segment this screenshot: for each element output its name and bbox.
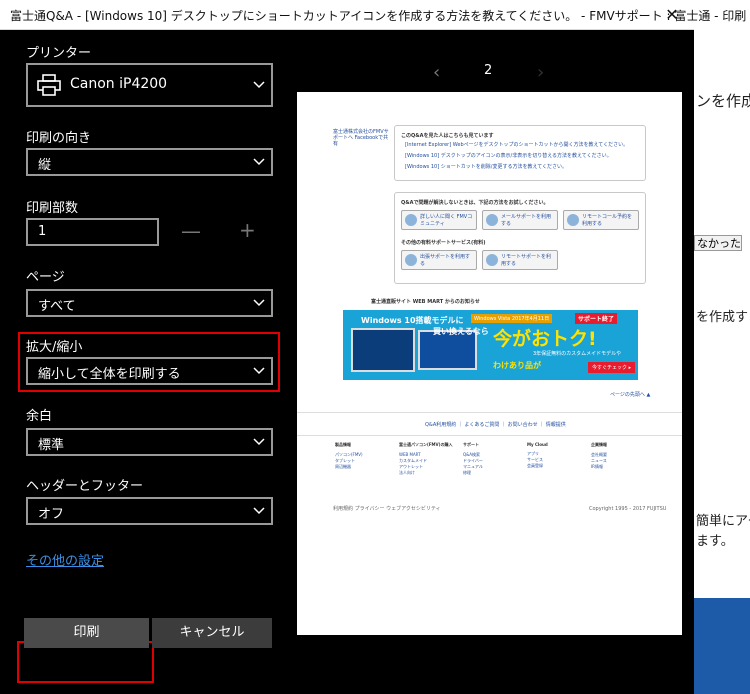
more-settings-link[interactable]: その他の設定 xyxy=(26,550,104,569)
next-page-button[interactable]: › xyxy=(537,62,544,83)
scale-label: 拡大/縮小 xyxy=(26,340,83,355)
phone-icon xyxy=(567,214,579,226)
preview-related-item: [Windows 10] デスクトップのアイコンの表示/非表示を切り替える方法を… xyxy=(405,153,612,159)
orientation-label: 印刷の向き xyxy=(26,131,92,146)
preview-related-heading: このQ&Aを見た人はこちらも見ています xyxy=(401,133,494,139)
person-icon xyxy=(405,254,417,266)
preview-paid-button: リモートサポートを利用する xyxy=(482,250,558,270)
footer-column: サポート Q&A検索 ドライバー マニュアル 修理 xyxy=(463,442,483,475)
headers-footers-select[interactable]: オフ xyxy=(26,497,273,525)
prev-page-button[interactable]: ‹ xyxy=(433,62,440,83)
footer-column: 企業情報 会社概要 ニュース IR情報 xyxy=(591,442,607,469)
title-bar: 富士通Q&A - [Windows 10] デスクトップにショートカットアイコン… xyxy=(0,0,746,30)
printer-select[interactable]: Canon iP4200 xyxy=(26,63,273,107)
printer-icon xyxy=(37,74,61,96)
orientation-select[interactable]: 縦 xyxy=(26,148,273,176)
preview-related-item: [Windows 10] ショートカットを削除/変更する方法を教えてください。 xyxy=(405,164,568,170)
printer-value: Canon iP4200 xyxy=(70,76,168,92)
bg-text-fragment-2: 簡単にアク xyxy=(696,514,750,529)
chevron-down-icon xyxy=(253,158,265,166)
copies-input[interactable]: 1 xyxy=(26,218,159,246)
preview-mid-links: Q&A利用規約 ｜ よくあるご質問 ｜ お問い合わせ ｜ 情報提供 xyxy=(425,422,566,428)
copies-value: 1 xyxy=(38,224,47,239)
preview-promo-banner: Windows 10搭載モデルに 買い換えるなら Windows Vista 2… xyxy=(343,310,638,380)
banner-subline: 3年保証無料のカスタムメイドモデルや xyxy=(533,351,622,357)
preview-help-button: 詳しい人に聞く FMVコミュニティ xyxy=(401,210,477,230)
preview-paid-heading: その他の有料サポートサービス(有料) xyxy=(401,240,486,246)
margins-select[interactable]: 標準 xyxy=(26,428,273,456)
preview-paid-button: 出張サポートを利用する xyxy=(401,250,477,270)
headers-footers-value: オフ xyxy=(38,507,65,522)
margins-label: 余白 xyxy=(26,409,53,424)
preview-related-box: このQ&Aを見た人はこちらも見ています [Internet Explorer] … xyxy=(394,125,646,181)
banner-line-1: Windows 10搭載モデルに xyxy=(361,316,464,325)
laptop-image xyxy=(351,328,415,372)
bg-button-fragment: なかった xyxy=(694,235,742,251)
preview-footer-links: 利用規約 プライバシー ウェブアクセシビリティ xyxy=(333,506,441,512)
preview-pagetop-link: ページの先頭へ ▲ xyxy=(610,392,651,398)
banner-support-end: サポート終了 xyxy=(575,313,618,324)
copies-decrement-button[interactable]: — xyxy=(181,219,201,243)
banner-vista-date: Windows Vista 2017年4月11日 xyxy=(471,314,553,323)
printer-label: プリンター xyxy=(26,46,92,61)
chevron-down-icon xyxy=(253,438,265,446)
print-button[interactable]: 印刷 xyxy=(24,618,149,648)
preview-related-item: [Internet Explorer] Webページをデスクトップのショートカッ… xyxy=(405,142,629,148)
pages-value: すべて xyxy=(38,299,76,314)
preview-copyright: Copyright 1995 - 2017 FUJITSU xyxy=(589,506,667,512)
cancel-button[interactable]: キャンセル xyxy=(152,618,272,648)
print-preview-page: 富士通株式会社のFMVサポートへ Facebookで共有 このQ&Aを見た人はこ… xyxy=(297,92,682,635)
close-icon[interactable]: ✕ xyxy=(650,0,694,30)
mail-icon xyxy=(486,214,498,226)
bg-heading-fragment: ンを作成 xyxy=(696,92,750,110)
page-number: 2 xyxy=(484,63,493,78)
margins-value: 標準 xyxy=(38,438,65,453)
settings-panel: プリンター Canon iP4200 印刷の向き 縦 印刷部数 1 — + ペー… xyxy=(0,30,296,694)
window-title: 富士通Q&A - [Windows 10] デスクトップにショートカットアイコン… xyxy=(10,9,747,23)
preview-help-box: Q&Aで問題が解決しないときは、下記の方法をお試しください。 詳しい人に聞く F… xyxy=(394,192,646,284)
footer-column: My Cloud アプリ サービス 会員登録 xyxy=(527,442,548,468)
bg-text-fragment-1: を作成す xyxy=(696,310,749,325)
orientation-value: 縦 xyxy=(38,158,52,173)
chevron-down-icon xyxy=(253,367,265,375)
copies-increment-button[interactable]: + xyxy=(239,218,256,242)
preview-help-button: メールサポートを利用する xyxy=(482,210,558,230)
banner-headline: 今がおトク! xyxy=(493,328,597,350)
banner-line-1b: 買い換えるなら xyxy=(433,327,489,336)
footer-column: 富士通パソコン(FMV)の購入 WEB MART カスタムメイド アウトレット … xyxy=(399,442,453,475)
banner-outlet: わけあり品が xyxy=(493,361,541,370)
background-webpage: ンを作成 なかった を作成す 簡単にアク ます。 xyxy=(694,30,750,694)
scale-select[interactable]: 縮小して全体を印刷する xyxy=(26,357,273,385)
banner-cta: 今すぐチェック ▸ xyxy=(588,362,636,373)
pages-select[interactable]: すべて xyxy=(26,289,273,317)
preview-help-heading: Q&Aで問題が解決しないときは、下記の方法をお試しください。 xyxy=(401,200,549,206)
preview-help-button: リモートコール予約を利用する xyxy=(563,210,639,230)
scale-value: 縮小して全体を印刷する xyxy=(38,367,181,382)
person-icon xyxy=(405,214,417,226)
preview-share-links: 富士通株式会社のFMVサポートへ Facebookで共有 xyxy=(333,129,389,147)
pages-label: ページ xyxy=(26,270,65,285)
preview-banner-caption: 富士通直販サイト WEB MART からのお知らせ xyxy=(371,299,480,305)
bg-blue-band xyxy=(694,598,750,694)
copies-label: 印刷部数 xyxy=(26,201,79,216)
preview-divider xyxy=(297,412,682,413)
headers-footers-label: ヘッダーとフッター xyxy=(26,479,144,494)
remote-icon xyxy=(486,254,498,266)
preview-divider xyxy=(297,435,682,436)
bg-text-fragment-3: ます。 xyxy=(696,534,734,549)
chevron-down-icon xyxy=(253,81,265,89)
footer-column: 製品情報 パソコン(FMV) タブレット 周辺機器 xyxy=(335,442,363,469)
print-dialog: 富士通Q&A - [Windows 10] デスクトップにショートカットアイコン… xyxy=(0,0,746,694)
chevron-down-icon xyxy=(253,299,265,307)
chevron-down-icon xyxy=(253,507,265,515)
